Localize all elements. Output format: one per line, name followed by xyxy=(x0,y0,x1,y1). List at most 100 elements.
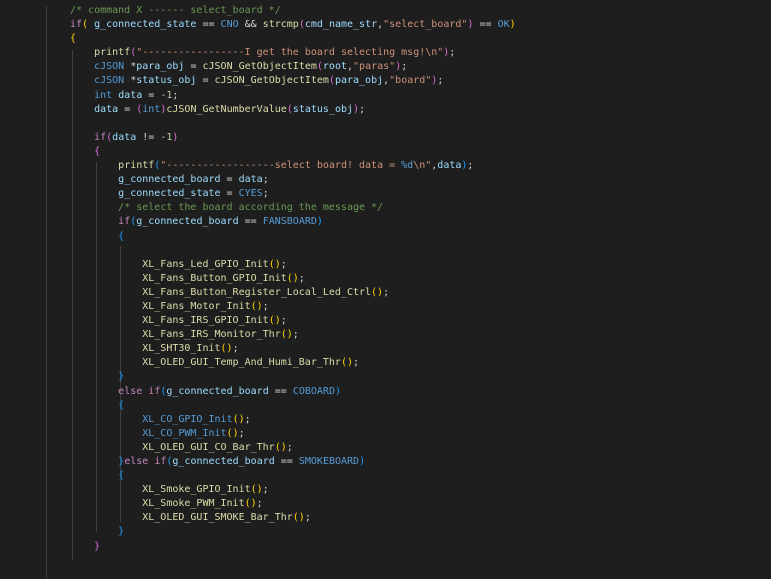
code-token: XL_Fans_Motor_Init xyxy=(142,300,251,312)
code-token: * xyxy=(124,75,137,87)
code-token: { xyxy=(118,399,125,411)
code-line[interactable]: } xyxy=(70,525,771,539)
code-line[interactable]: XL_SHT30_Init(); xyxy=(70,342,771,356)
code-token: () xyxy=(268,315,281,327)
code-line[interactable]: { xyxy=(70,32,771,46)
code-line[interactable]: { xyxy=(70,145,771,159)
code-line[interactable] xyxy=(70,244,771,258)
code-line[interactable]: if(g_connected_board == FANSBOARD) xyxy=(70,215,771,229)
code-token: data xyxy=(238,174,263,186)
code-line[interactable]: { xyxy=(70,399,771,413)
code-token: XL_CO_GPIO_Init xyxy=(142,413,233,425)
code-token: CNO xyxy=(220,19,239,31)
code-line[interactable]: XL_OLED_GUI_Temp_And_Humi_Bar_Thr(); xyxy=(70,356,771,370)
code-line[interactable]: } xyxy=(70,370,771,384)
code-token: ; xyxy=(304,512,311,524)
code-token: () xyxy=(280,329,293,341)
code-line[interactable]: XL_Fans_IRS_Monitor_Thr(); xyxy=(70,328,771,342)
code-line[interactable]: g_connected_state = CYES; xyxy=(70,187,771,201)
code-line[interactable]: g_connected_board = data; xyxy=(70,173,771,187)
code-token: g_connected_state xyxy=(94,19,197,31)
code-token: } xyxy=(118,371,125,383)
code-token: printf xyxy=(118,160,155,172)
code-token: \n" xyxy=(413,160,432,172)
code-line[interactable]: XL_CO_PWM_Init(); xyxy=(70,427,771,441)
code-line[interactable]: { xyxy=(70,469,771,483)
code-line[interactable]: XL_Smoke_PWM_Init(); xyxy=(70,497,771,511)
code-token: /* command X ------ select_board */ xyxy=(70,5,281,16)
code-line[interactable]: { xyxy=(70,230,771,244)
code-token: () xyxy=(232,413,245,425)
code-token: ; xyxy=(280,258,287,270)
code-token: && xyxy=(238,19,263,31)
code-line[interactable] xyxy=(70,554,771,568)
code-line[interactable]: int data = -1; xyxy=(70,89,771,103)
indent-guide-outer xyxy=(46,6,47,579)
code-line[interactable]: XL_Fans_Motor_Init(); xyxy=(70,300,771,314)
code-token: %d xyxy=(401,160,414,172)
code-line[interactable]: /* command X ------ select_board */ xyxy=(70,4,771,18)
code-token: XL_OLED_GUI_SMOKE_Bar_Thr xyxy=(142,512,293,524)
code-token: XL_Fans_Button_GPIO_Init xyxy=(142,272,287,284)
code-token: -1 xyxy=(160,89,173,101)
code-token: = xyxy=(184,61,203,73)
code-area[interactable]: /* command X ------ select_board */ if( g… xyxy=(70,4,771,579)
code-line[interactable]: XL_Smoke_GPIO_Init(); xyxy=(70,483,771,497)
code-line[interactable]: XL_Fans_Led_GPIO_Init(); xyxy=(70,258,771,272)
code-line[interactable]: else if(g_connected_board == COBOARD) xyxy=(70,385,771,399)
code-line[interactable]: cJSON *para_obj = cJSON_GetObjectItem(ro… xyxy=(70,60,771,74)
code-line[interactable] xyxy=(70,117,771,131)
code-line[interactable]: XL_Fans_Button_GPIO_Init(); xyxy=(70,272,771,286)
code-token: ; xyxy=(352,357,360,369)
code-line[interactable] xyxy=(70,568,771,579)
code-editor[interactable]: /* command X ------ select_board */ if( g… xyxy=(0,0,771,579)
code-token: == xyxy=(473,19,498,31)
code-token: { xyxy=(118,230,125,242)
code-line[interactable]: } xyxy=(70,540,771,554)
code-token: cJSON_GetObjectItem xyxy=(202,61,317,73)
code-token: root xyxy=(322,61,347,73)
code-line[interactable]: if( g_connected_state == CNO && strcmp(c… xyxy=(70,18,771,32)
code-token: = xyxy=(118,103,137,115)
code-token: ) xyxy=(172,131,179,143)
code-token: XL_Smoke_PWM_Init xyxy=(142,498,245,510)
code-token: ; xyxy=(437,75,444,87)
code-line[interactable]: printf("-----------------I get the board… xyxy=(70,46,771,60)
code-token: ; xyxy=(262,174,269,186)
code-token: cJSON xyxy=(94,61,125,73)
code-line[interactable]: }else if(g_connected_board == SMOKEBOARD… xyxy=(70,455,771,469)
code-token: * xyxy=(124,61,137,73)
code-line[interactable]: XL_Fans_IRS_GPIO_Init(); xyxy=(70,314,771,328)
code-token: ) xyxy=(509,19,516,31)
code-token: if xyxy=(118,216,131,228)
code-line[interactable]: /* select the board according the messag… xyxy=(70,201,771,215)
code-token: = xyxy=(220,174,239,186)
code-line[interactable]: XL_OLED_GUI_SMOKE_Bar_Thr(); xyxy=(70,511,771,525)
code-token: status_obj xyxy=(136,75,197,87)
code-token: ) xyxy=(359,456,366,467)
code-line[interactable]: cJSON *status_obj = cJSON_GetObjectItem(… xyxy=(70,74,771,88)
code-token: OK xyxy=(497,19,510,31)
code-token: () xyxy=(220,343,233,355)
code-line[interactable]: data = (int)cJSON_GetNumberValue(status_… xyxy=(70,103,771,117)
code-token: status_obj xyxy=(292,103,354,115)
code-line[interactable]: XL_Fans_Button_Register_Local_Led_Ctrl()… xyxy=(70,286,771,300)
code-line[interactable]: if(data != -1) xyxy=(70,131,771,145)
code-line[interactable]: XL_CO_GPIO_Init(); xyxy=(70,413,771,427)
code-line[interactable]: XL_OLED_GUI_CO_Bar_Thr(); xyxy=(70,441,771,455)
code-line[interactable]: printf("------------------select board! … xyxy=(70,159,771,173)
